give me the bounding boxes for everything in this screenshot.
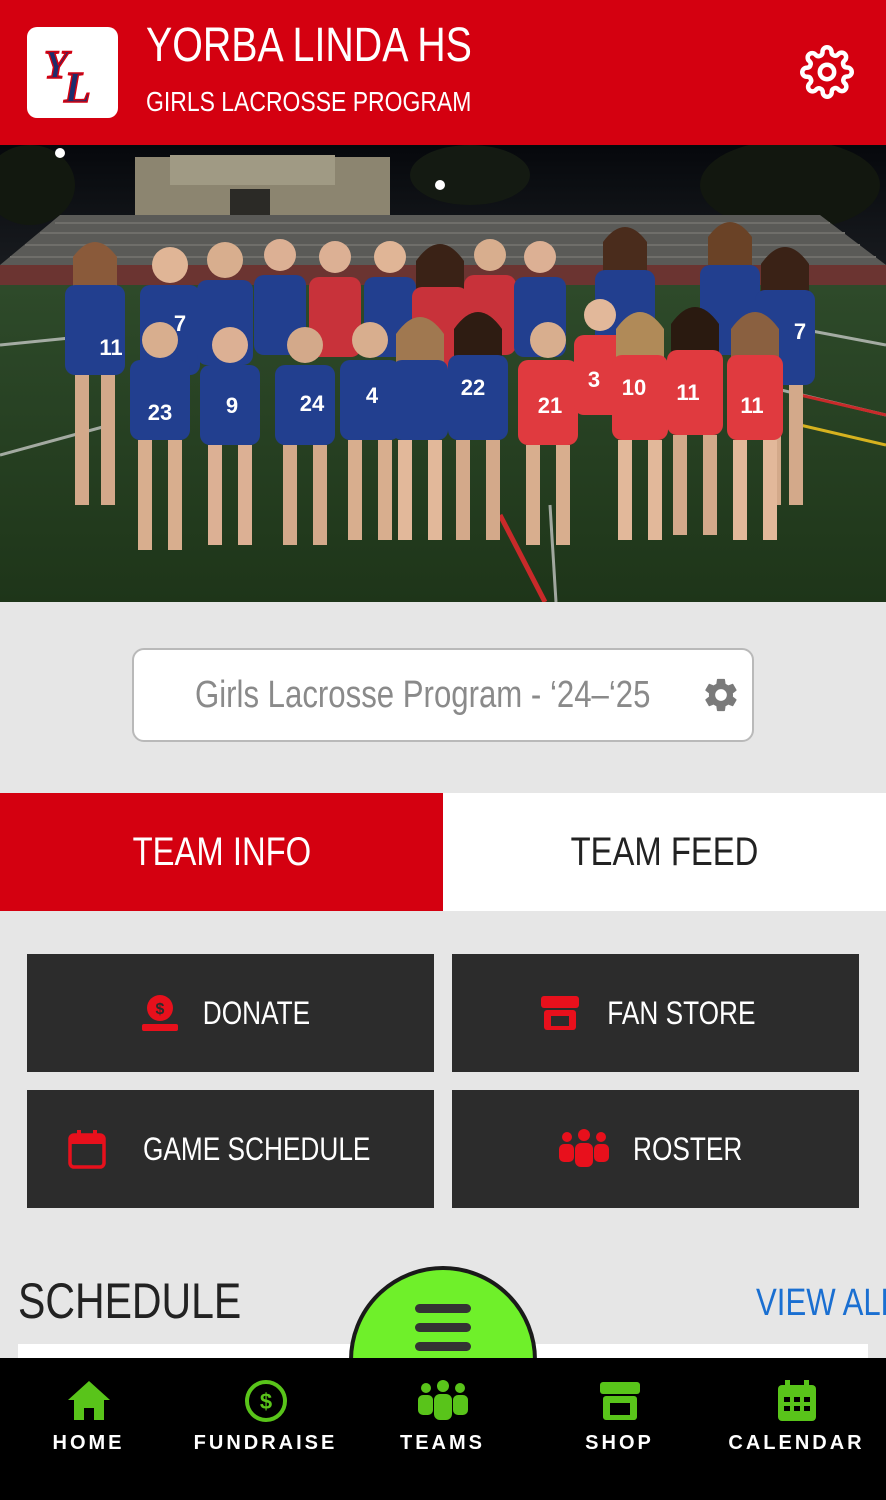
- jersey-number: 23: [148, 400, 172, 425]
- nav-shop-label: SHOP: [585, 1432, 654, 1454]
- tab-team-feed-label: TEAM FEED: [570, 829, 759, 874]
- jersey-number: 7: [174, 311, 186, 336]
- jersey-number: 11: [99, 335, 122, 360]
- team-photo: 11 7 23 9 24 4 22 21 3 10 11 7 11: [0, 145, 886, 602]
- view-all-link[interactable]: VIEW ALL: [756, 1282, 886, 1325]
- nav-teams[interactable]: TEAMS: [354, 1378, 531, 1455]
- donate-label: DONATE: [202, 994, 311, 1031]
- store-icon: [541, 996, 580, 1030]
- jersey-number: 3: [588, 367, 600, 392]
- team-icon: [558, 1129, 609, 1167]
- nav-teams-label: TEAMS: [400, 1432, 485, 1454]
- jersey-number: 7: [794, 319, 806, 344]
- game-schedule-button[interactable]: GAME SCHEDULE: [27, 1090, 434, 1208]
- svg-text:L: L: [63, 63, 91, 108]
- fan-store-label: FAN STORE: [607, 994, 756, 1031]
- settings-gear-icon[interactable]: [800, 45, 854, 99]
- program-name: GIRLS LACROSSE PROGRAM: [146, 86, 472, 117]
- jersey-number: 21: [538, 393, 562, 418]
- season-label: Girls Lacrosse Program - ‘24–‘25: [195, 673, 651, 716]
- school-name: YORBA LINDA HS: [146, 19, 472, 72]
- nav-fundraise-label: FUNDRAISE: [193, 1432, 338, 1454]
- app-header: Y L YORBA LINDA HS GIRLS LACROSSE PROGRA…: [0, 0, 886, 145]
- dollar-icon: $: [244, 1380, 287, 1422]
- donate-icon: $: [142, 995, 179, 1031]
- tab-team-info-label: TEAM INFO: [132, 829, 311, 874]
- tab-team-info[interactable]: TEAM INFO: [0, 793, 443, 911]
- nav-shop[interactable]: SHOP: [531, 1378, 708, 1455]
- jersey-number: 4: [366, 383, 379, 408]
- jersey-number: 9: [226, 393, 238, 418]
- season-selector[interactable]: Girls Lacrosse Program - ‘24–‘25: [132, 648, 754, 742]
- jersey-number: 24: [300, 391, 325, 416]
- jersey-number: 22: [461, 375, 485, 400]
- calendar-icon: [68, 1130, 106, 1169]
- svg-text:$: $: [259, 1389, 271, 1414]
- fan-store-button[interactable]: FAN STORE: [452, 954, 859, 1072]
- roster-button[interactable]: ROSTER: [452, 1090, 859, 1208]
- nav-fundraise[interactable]: $ FUNDRAISE: [177, 1378, 354, 1455]
- hamburger-menu-icon: [415, 1304, 471, 1351]
- schedule-heading: SCHEDULE: [18, 1273, 242, 1329]
- roster-label: ROSTER: [632, 1130, 743, 1167]
- jersey-number: 10: [622, 375, 646, 400]
- calendar-icon: [777, 1380, 816, 1421]
- home-icon: [67, 1381, 110, 1420]
- jersey-number: 11: [740, 393, 763, 418]
- store-icon: [599, 1382, 640, 1420]
- team-icon: [417, 1380, 468, 1420]
- nav-home[interactable]: HOME: [0, 1378, 177, 1455]
- jersey-number: 11: [676, 380, 699, 405]
- season-gear-icon[interactable]: [701, 675, 741, 715]
- bottom-nav-bar: HOME $ FUNDRAISE TEAMS SHOP CALENDAR: [0, 1358, 886, 1500]
- school-logo: Y L: [27, 27, 118, 118]
- nav-calendar[interactable]: CALENDAR: [708, 1378, 885, 1455]
- nav-calendar-label: CALENDAR: [728, 1432, 865, 1454]
- svg-text:$: $: [156, 1001, 165, 1018]
- donate-button[interactable]: $ DONATE: [27, 954, 434, 1072]
- game-schedule-label: GAME SCHEDULE: [142, 1130, 371, 1167]
- tab-team-feed[interactable]: TEAM FEED: [443, 793, 886, 911]
- nav-home-label: HOME: [52, 1432, 125, 1454]
